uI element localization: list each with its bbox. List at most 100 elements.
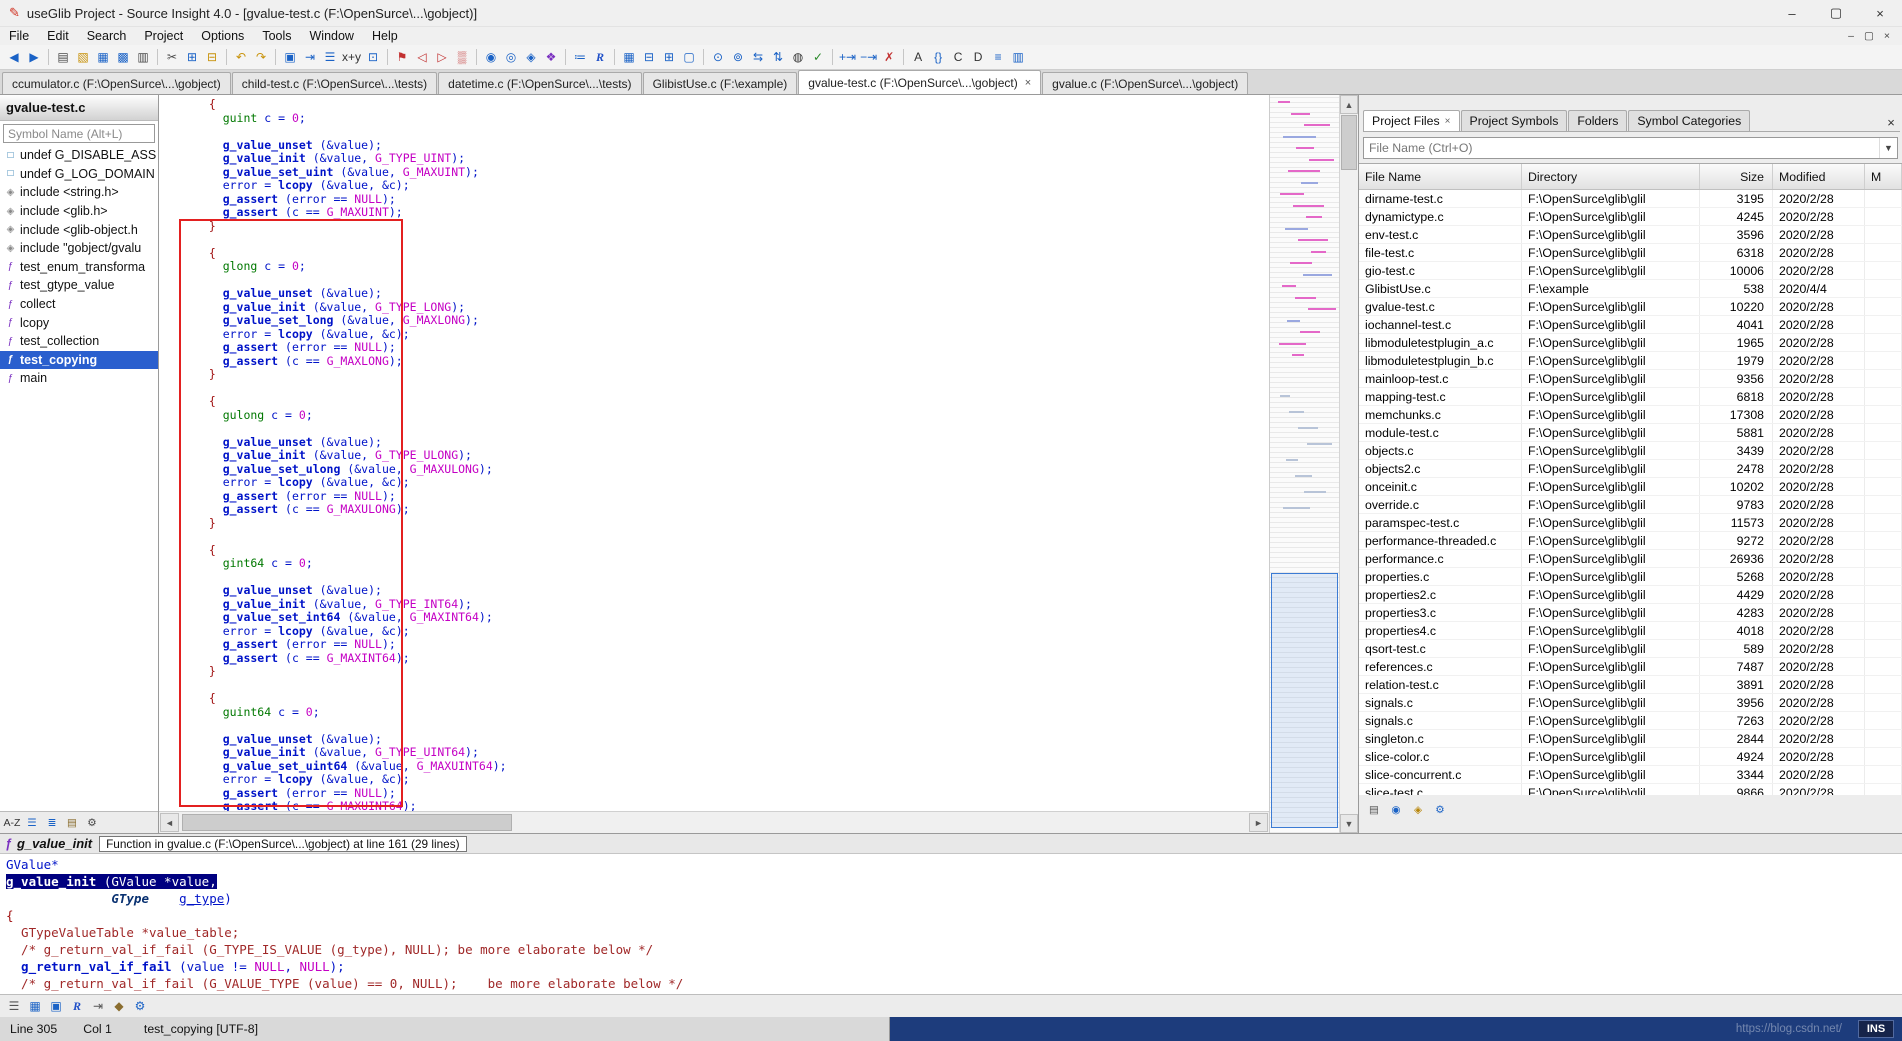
relation-window-r-icon[interactable]: R xyxy=(68,997,86,1015)
symbol-item-test-copying[interactable]: ƒ test_copying xyxy=(0,350,158,370)
panel-tab-project-symbols[interactable]: Project Symbols xyxy=(1460,110,1568,131)
nav-forward-icon[interactable]: ▶ xyxy=(24,47,44,67)
file-row[interactable]: dirname-test.c F:\OpenSurce\glib\glil 3195… xyxy=(1359,190,1902,208)
scroll-up-arrow-icon[interactable]: ▲ xyxy=(1340,95,1358,114)
file-row[interactable]: singleton.c F:\OpenSurce\glib\glil 2844 202… xyxy=(1359,730,1902,748)
open-book-icon[interactable]: ▣ xyxy=(47,997,65,1015)
menu-window[interactable]: Window xyxy=(301,27,363,45)
prev-bookmark-icon[interactable]: ◁ xyxy=(412,47,432,67)
list-view-icon[interactable]: ≡ xyxy=(988,47,1008,67)
file-tab[interactable]: gvalue-test.c (F:\OpenSurce\...\gobject)… xyxy=(798,70,1042,94)
editor-vertical-scrollbar[interactable]: ▲ ▼ xyxy=(1339,95,1358,833)
print-icon[interactable]: ▥ xyxy=(133,47,153,67)
detail-list-icon[interactable]: ≣ xyxy=(43,814,61,832)
file-row[interactable]: properties3.c F:\OpenSurce\glib\glil 4283 2… xyxy=(1359,604,1902,622)
file-row[interactable]: signals.c F:\OpenSurce\glib\glil 3956 2020/… xyxy=(1359,694,1902,712)
panel-close-icon[interactable]: × xyxy=(1882,113,1900,131)
column-header-directory[interactable]: Directory xyxy=(1522,164,1700,189)
browse-mode-icon[interactable]: ◍ xyxy=(788,47,808,67)
panel-tab-folders[interactable]: Folders xyxy=(1568,110,1628,131)
open-file-icon[interactable]: ▧ xyxy=(73,47,93,67)
redo-icon[interactable]: ↷ xyxy=(251,47,271,67)
bookmark-icon[interactable]: ⚑ xyxy=(392,47,412,67)
hsplit-icon[interactable]: ⊟ xyxy=(639,47,659,67)
panel-tab-symbol-categories[interactable]: Symbol Categories xyxy=(1628,110,1751,131)
minimap-viewport[interactable] xyxy=(1271,573,1338,828)
combo-dropdown-icon[interactable]: ▼ xyxy=(1879,138,1897,158)
file-row[interactable]: iochannel-test.c F:\OpenSurce\glib\glil 40… xyxy=(1359,316,1902,334)
relation-window-icon[interactable]: R xyxy=(590,47,610,67)
settings-gear-icon[interactable]: ⚙ xyxy=(131,997,149,1015)
context-code-preview[interactable]: GValue* g_value_init (GValue *value, GTyp… xyxy=(0,854,1902,994)
file-tab[interactable]: child-test.c (F:\OpenSurce\...\tests) xyxy=(231,72,438,94)
symbol-item-include-glib-h-[interactable]: ◈ include <glib.h> xyxy=(0,202,158,221)
settings-gear-icon[interactable]: ⚙ xyxy=(1431,801,1449,819)
file-row[interactable]: gio-test.c F:\OpenSurce\glib\glil 10006 202… xyxy=(1359,262,1902,280)
file-row[interactable]: paramspec-test.c F:\OpenSurce\glib\glil 11… xyxy=(1359,514,1902,532)
tab-close-icon[interactable]: × xyxy=(1025,77,1031,89)
file-row[interactable]: qsort-test.c F:\OpenSurce\glib\glil 589 202… xyxy=(1359,640,1902,658)
file-tab[interactable]: GlibistUse.c (F:\example) xyxy=(642,72,798,94)
panel-view-icon[interactable]: ▥ xyxy=(1008,47,1028,67)
file-row[interactable]: dynamictype.c F:\OpenSurce\glib\glil 4245 2… xyxy=(1359,208,1902,226)
symbol-item-lcopy[interactable]: ƒ lcopy xyxy=(0,313,158,332)
file-row[interactable]: override.c F:\OpenSurce\glib\glil 9783 2020… xyxy=(1359,496,1902,514)
file-row[interactable]: relation-test.c F:\OpenSurce\glib\glil 389… xyxy=(1359,676,1902,694)
file-row[interactable]: env-test.c F:\OpenSurce\glib\glil 3596 2020… xyxy=(1359,226,1902,244)
file-row[interactable]: module-test.c F:\OpenSurce\glib\glil 5881 2… xyxy=(1359,424,1902,442)
new-window-icon[interactable]: ▣ xyxy=(280,47,300,67)
file-row[interactable]: properties.c F:\OpenSurce\glib\glil 5268 20… xyxy=(1359,568,1902,586)
paste-icon[interactable]: ⊟ xyxy=(202,47,222,67)
child-minimize-button[interactable]: – xyxy=(1848,30,1854,42)
file-row[interactable]: file-test.c F:\OpenSurce\glib\glil 6318 202… xyxy=(1359,244,1902,262)
editor-horizontal-scrollbar[interactable]: ◄ ► xyxy=(159,811,1269,833)
symbol-item-main[interactable]: ƒ main xyxy=(0,369,158,388)
doc-view-icon[interactable]: D xyxy=(968,47,988,67)
panel-tab-project-files[interactable]: Project Files × xyxy=(1363,110,1460,131)
symbol-item-test-collection[interactable]: ƒ test_collection xyxy=(0,332,158,351)
context-window-icon[interactable]: ⊙ xyxy=(708,47,728,67)
file-row[interactable]: onceinit.c F:\OpenSurce\glib\glil 10202 202… xyxy=(1359,478,1902,496)
file-row[interactable]: gvalue-test.c F:\OpenSurce\glib\glil 10220… xyxy=(1359,298,1902,316)
column-header-size[interactable]: Size xyxy=(1700,164,1773,189)
file-row[interactable]: slice-color.c F:\OpenSurce\glib\glil 4924 2… xyxy=(1359,748,1902,766)
symbol-item-test-enum-transforma[interactable]: ƒ test_enum_transforma xyxy=(0,258,158,277)
symbol-list-icon[interactable]: ☰ xyxy=(23,814,41,832)
file-row[interactable]: slice-concurrent.c F:\OpenSurce\glib\glil… xyxy=(1359,766,1902,784)
file-row[interactable]: properties4.c F:\OpenSurce\glib\glil 4018 2… xyxy=(1359,622,1902,640)
file-row[interactable]: GlibistUse.c F:\example 538 2020/4/4 xyxy=(1359,280,1902,298)
copy-icon[interactable]: ⊞ xyxy=(182,47,202,67)
menu-tools[interactable]: Tools xyxy=(253,27,300,45)
code-minimap[interactable] xyxy=(1269,95,1339,833)
file-row[interactable]: properties2.c F:\OpenSurce\glib\glil 4429 2… xyxy=(1359,586,1902,604)
menu-edit[interactable]: Edit xyxy=(38,27,78,45)
new-file-icon[interactable]: ▤ xyxy=(53,47,73,67)
search-icon[interactable]: ◉ xyxy=(481,47,501,67)
tab-close-icon[interactable]: × xyxy=(1445,116,1451,127)
search-project-icon[interactable]: ❖ xyxy=(541,47,561,67)
menu-search[interactable]: Search xyxy=(78,27,136,45)
save-icon[interactable]: ▦ xyxy=(93,47,113,67)
char-view-icon[interactable]: C xyxy=(948,47,968,67)
file-row[interactable]: mainloop-test.c F:\OpenSurce\glib\glil 935… xyxy=(1359,370,1902,388)
jump-icon[interactable]: ⇥ xyxy=(89,997,107,1015)
filter-icon[interactable]: ◈ xyxy=(1409,801,1427,819)
indent-plus-icon[interactable]: +⇥ xyxy=(837,47,858,67)
menu-file[interactable]: File xyxy=(0,27,38,45)
symbol-item-undef-g-disable-ass[interactable]: □ undef G_DISABLE_ASS xyxy=(0,146,158,165)
ansi-view-icon[interactable]: A xyxy=(908,47,928,67)
minimize-button[interactable]: – xyxy=(1770,0,1814,26)
file-tab[interactable]: ccumulator.c (F:\OpenSurce\...\gobject) xyxy=(2,72,231,94)
file-row[interactable]: slice-test.c F:\OpenSurce\glib\glil 9866 20… xyxy=(1359,784,1902,795)
goto-line-icon[interactable]: ⇥ xyxy=(300,47,320,67)
horizontal-scroll-thumb[interactable] xyxy=(182,814,512,831)
highlight-icon[interactable]: ▒ xyxy=(452,47,472,67)
symbol-item-include-string-h-[interactable]: ◈ include <string.h> xyxy=(0,183,158,202)
file-row[interactable]: performance.c F:\OpenSurce\glib\glil 26936… xyxy=(1359,550,1902,568)
file-row[interactable]: objects.c F:\OpenSurce\glib\glil 3439 2020/… xyxy=(1359,442,1902,460)
lock-icon[interactable]: ◆ xyxy=(110,997,128,1015)
file-row[interactable]: performance-threaded.c F:\OpenSurce\glib\… xyxy=(1359,532,1902,550)
column-header-file-name[interactable]: File Name xyxy=(1359,164,1522,189)
indent-minus-icon[interactable]: −⇥ xyxy=(858,47,879,67)
vscroll-lock-icon[interactable]: ⇅ xyxy=(768,47,788,67)
